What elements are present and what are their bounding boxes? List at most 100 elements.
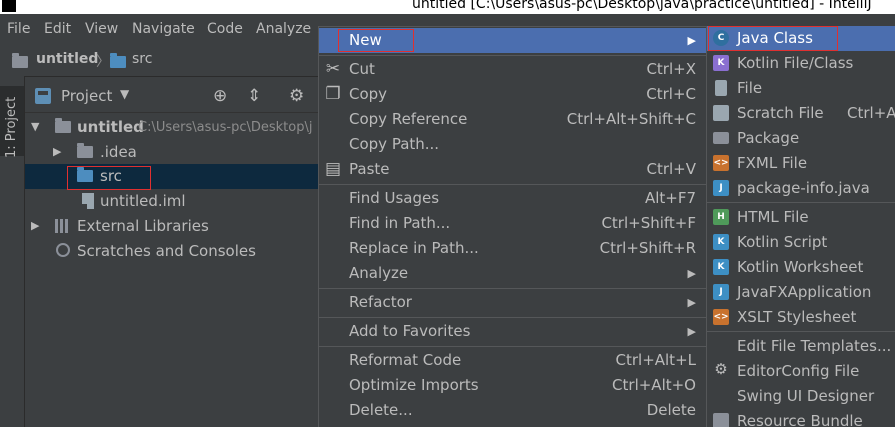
menu-item-find-usages[interactable]: Find Usages Alt+F7 bbox=[319, 186, 706, 211]
breadcrumb-src[interactable]: src bbox=[132, 51, 152, 67]
tree-external-libraries-label: External Libraries bbox=[77, 217, 209, 235]
submenu-item-xslt-stylesheet-label: XSLT Stylesheet bbox=[737, 308, 857, 326]
menu-item-copy-shortcut: Ctrl+C bbox=[646, 85, 696, 103]
menu-item-find-usages-label: Find Usages bbox=[349, 189, 440, 207]
expanded-arrow-icon[interactable]: ▼ bbox=[31, 120, 39, 133]
menu-view[interactable]: View bbox=[85, 21, 118, 37]
submenu-item-resource-bundle-label: Resource Bundle bbox=[737, 412, 863, 427]
tree-row-root[interactable]: ▼ untitled C:\Users\asus-pc\Desktop\j bbox=[25, 115, 320, 140]
menu-item-delete-shortcut: Delete bbox=[646, 401, 696, 419]
tree-idea-label: .idea bbox=[100, 143, 137, 161]
submenu-item-fxml-file-label: FXML File bbox=[737, 154, 808, 172]
scratches-icon bbox=[56, 243, 70, 257]
view-dropdown-icon[interactable]: ▼ bbox=[120, 87, 129, 101]
menu-item-copy-path-label: Copy Path... bbox=[349, 135, 440, 153]
submenu-item-javafx-application-label: JavaFXApplication bbox=[737, 283, 872, 301]
submenu-item-swing-ui-designer[interactable]: Swing UI Designer bbox=[707, 384, 895, 409]
tree-root-label: untitled bbox=[77, 118, 144, 136]
menu-item-add-to-favorites[interactable]: Add to Favorites ▶ bbox=[319, 319, 706, 344]
menu-item-reformat-code-label: Reformat Code bbox=[349, 351, 462, 369]
xslt-stylesheet-icon: <> bbox=[713, 309, 729, 325]
package-icon bbox=[713, 132, 729, 144]
menu-item-refactor[interactable]: Refactor ▶ bbox=[319, 290, 706, 315]
submenu-item-swing-ui-designer-label: Swing UI Designer bbox=[737, 387, 875, 405]
menu-item-analyze[interactable]: Analyze ▶ bbox=[319, 261, 706, 286]
menu-code[interactable]: Code bbox=[207, 21, 243, 37]
menu-item-find-usages-shortcut: Alt+F7 bbox=[644, 189, 696, 207]
submenu-item-xslt-stylesheet[interactable]: <> XSLT Stylesheet bbox=[707, 305, 895, 330]
collapse-all-icon[interactable]: ⇕ bbox=[247, 86, 261, 106]
copy-icon: ❐ bbox=[325, 84, 341, 104]
submenu-item-resource-bundle[interactable]: Resource Bundle bbox=[707, 409, 895, 427]
submenu-arrow-icon: ▶ bbox=[687, 296, 696, 309]
submenu-item-package[interactable]: Package bbox=[707, 126, 895, 151]
menu-item-paste[interactable]: ▤ Paste Ctrl+V bbox=[319, 157, 706, 182]
tree-row-external-libraries[interactable]: ▶ External Libraries bbox=[25, 214, 320, 239]
menu-item-copy[interactable]: ❐ Copy Ctrl+C bbox=[319, 82, 706, 107]
locate-icon[interactable]: ⊕ bbox=[213, 86, 227, 106]
submenu-item-javafx-application[interactable]: J JavaFXApplication bbox=[707, 280, 895, 305]
menu-item-copy-path[interactable]: Copy Path... bbox=[319, 132, 706, 157]
menu-item-replace-in-path-label: Replace in Path... bbox=[349, 239, 479, 257]
submenu-item-fxml-file[interactable]: <> FXML File bbox=[707, 151, 895, 176]
submenu-item-kotlin-worksheet[interactable]: K Kotlin Worksheet bbox=[707, 255, 895, 280]
collapsed-arrow-icon[interactable]: ▶ bbox=[53, 145, 61, 158]
submenu-item-edit-file-templates[interactable]: Edit File Templates... bbox=[707, 334, 895, 359]
menu-item-optimize-imports[interactable]: Optimize Imports Ctrl+Alt+O bbox=[319, 373, 706, 398]
submenu-item-html-file[interactable]: H HTML File bbox=[707, 205, 895, 230]
menu-item-cut-label: Cut bbox=[349, 60, 375, 78]
menu-item-reformat-code[interactable]: Reformat Code Ctrl+Alt+L bbox=[319, 348, 706, 373]
project-tool-tab-label: 1: Project bbox=[4, 96, 19, 158]
menu-edit[interactable]: Edit bbox=[44, 21, 71, 37]
menu-item-delete[interactable]: Delete... Delete bbox=[319, 398, 706, 423]
menu-item-analyze-label: Analyze bbox=[349, 264, 409, 282]
submenu-item-file[interactable]: File bbox=[707, 76, 895, 101]
submenu-item-editorconfig-file-label: EditorConfig File bbox=[737, 362, 860, 380]
submenu-item-package-info-label: package-info.java bbox=[737, 179, 870, 197]
java-class-annotation-box bbox=[708, 26, 838, 51]
menu-item-delete-label: Delete... bbox=[349, 401, 413, 419]
kotlin-script-icon: K bbox=[713, 234, 729, 250]
menu-item-find-in-path-shortcut: Ctrl+Shift+F bbox=[601, 214, 696, 232]
menu-item-copy-reference-shortcut: Ctrl+Alt+Shift+C bbox=[566, 110, 696, 128]
submenu-item-kotlin-script[interactable]: K Kotlin Script bbox=[707, 230, 895, 255]
menu-file[interactable]: File bbox=[7, 21, 30, 37]
submenu-item-scratch-file-label: Scratch File bbox=[737, 104, 824, 122]
package-info-icon: J bbox=[713, 180, 729, 196]
submenu-item-editorconfig-file[interactable]: ⚙ EditorConfig File bbox=[707, 359, 895, 384]
menu-item-replace-in-path[interactable]: Replace in Path... Ctrl+Shift+R bbox=[319, 236, 706, 261]
submenu-item-scratch-file[interactable]: Scratch File Ctrl+Alt bbox=[707, 101, 895, 126]
menu-analyze[interactable]: Analyze bbox=[256, 21, 311, 37]
submenu-arrow-icon: ▶ bbox=[687, 267, 696, 280]
menu-item-cut[interactable]: ✂ Cut Ctrl+X bbox=[319, 57, 706, 82]
collapsed-arrow-icon[interactable]: ▶ bbox=[31, 219, 39, 232]
menu-separator bbox=[319, 55, 706, 56]
context-menu: New ▶ ✂ Cut Ctrl+X ❐ Copy Ctrl+C Copy Re… bbox=[318, 26, 707, 427]
tree-row-iml[interactable]: untitled.iml bbox=[25, 189, 320, 214]
app-icon bbox=[2, 0, 16, 12]
menu-navigate[interactable]: Navigate bbox=[132, 21, 195, 37]
menu-item-find-in-path[interactable]: Find in Path... Ctrl+Shift+F bbox=[319, 211, 706, 236]
submenu-item-kotlin-script-label: Kotlin Script bbox=[737, 233, 828, 251]
new-submenu: C Java Class K Kotlin File/Class File Sc… bbox=[706, 26, 895, 427]
project-window-icon bbox=[35, 88, 51, 104]
submenu-item-package-info[interactable]: J package-info.java bbox=[707, 176, 895, 201]
scratch-file-icon bbox=[713, 105, 729, 121]
submenu-item-kotlin-file-class-label: Kotlin File/Class bbox=[737, 54, 854, 72]
project-panel-header: Project ▼ ⊕ ⇕ ⚙ bbox=[25, 82, 325, 113]
submenu-item-html-file-label: HTML File bbox=[737, 208, 809, 226]
menu-item-add-to-favorites-label: Add to Favorites bbox=[349, 322, 471, 340]
submenu-item-kotlin-file-class[interactable]: K Kotlin File/Class bbox=[707, 51, 895, 76]
gear-icon[interactable]: ⚙ bbox=[289, 86, 304, 106]
project-tool-tab[interactable]: 1: Project bbox=[0, 86, 24, 158]
menu-item-copy-reference[interactable]: Copy Reference Ctrl+Alt+Shift+C bbox=[319, 107, 706, 132]
menu-item-paste-label: Paste bbox=[349, 160, 390, 178]
tree-row-scratches[interactable]: Scratches and Consoles bbox=[25, 239, 320, 264]
project-panel-title[interactable]: Project bbox=[61, 87, 112, 105]
window-title: untitled [C:\Users\asus-pc\Desktop\java\… bbox=[412, 0, 872, 12]
tool-window-strip: 1: Project bbox=[0, 76, 25, 427]
breadcrumb-project[interactable]: untitled bbox=[36, 51, 98, 67]
src-folder-icon bbox=[110, 53, 126, 68]
tree-row-idea[interactable]: ▶ .idea bbox=[25, 140, 320, 165]
menu-item-reformat-code-shortcut: Ctrl+Alt+L bbox=[615, 351, 697, 369]
